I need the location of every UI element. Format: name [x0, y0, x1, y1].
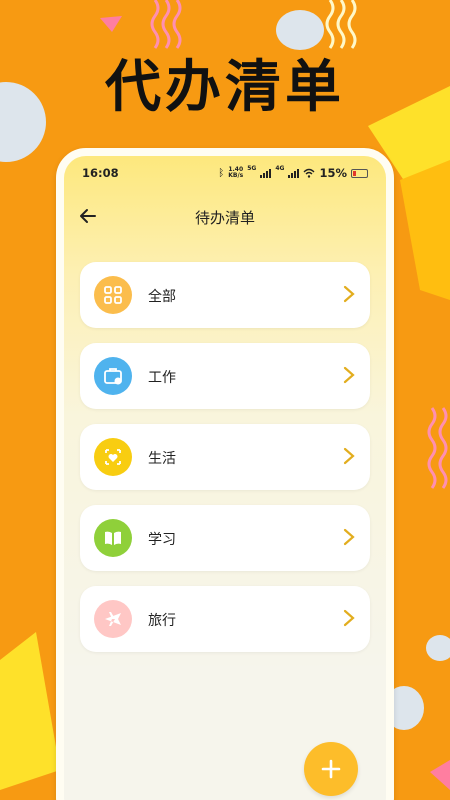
category-study[interactable]: 学习: [80, 505, 370, 571]
category-label: 工作: [148, 370, 176, 386]
page-title: 待办清单: [194, 209, 255, 227]
wifi-icon: [303, 168, 315, 178]
category-work[interactable]: 工作: [80, 343, 370, 409]
chevron-right-icon: [343, 366, 355, 384]
title-bar: 待办清单: [64, 202, 386, 232]
banner-title: 代办清单: [105, 55, 345, 120]
chevron-right-icon: [343, 285, 355, 303]
book-icon: [94, 519, 132, 557]
chevron-right-icon: [343, 609, 355, 627]
plus-icon: [321, 759, 341, 779]
phone-frame: 16:08 ᛒ 1.40 KB/s 5G 4G 15% 待办清单 全部 工作 生…: [56, 148, 394, 800]
briefcase-icon: [94, 357, 132, 395]
category-life[interactable]: 生活: [80, 424, 370, 490]
heart-location-icon: [94, 438, 132, 476]
grid-icon: [94, 276, 132, 314]
signal-icon: [260, 168, 272, 178]
app-screen: 16:08 ᛒ 1.40 KB/s 5G 4G 15% 待办清单 全部 工作 生…: [64, 156, 386, 800]
category-label: 学习: [148, 532, 176, 548]
network-4g-label: 4G: [275, 165, 285, 172]
chevron-right-icon: [343, 528, 355, 546]
battery-icon: [351, 168, 368, 178]
bluetooth-icon: ᛒ: [218, 167, 225, 179]
signal-icon: [288, 168, 300, 178]
category-all[interactable]: 全部: [80, 262, 370, 328]
network-speed: 1.40 KB/s: [228, 166, 244, 179]
airplane-icon: [94, 600, 132, 638]
status-bar: 16:08 ᛒ 1.40 KB/s 5G 4G 15%: [64, 166, 386, 182]
category-label: 旅行: [148, 613, 176, 629]
add-button[interactable]: [304, 742, 358, 796]
category-label: 全部: [148, 289, 176, 305]
battery-percent: 15%: [319, 166, 347, 180]
chevron-right-icon: [343, 447, 355, 465]
status-icons: ᛒ 1.40 KB/s 5G 4G 15%: [218, 166, 368, 180]
category-travel[interactable]: 旅行: [80, 586, 370, 652]
status-time: 16:08: [82, 166, 119, 180]
category-label: 生活: [148, 451, 176, 467]
network-5g-label: 5G: [247, 165, 257, 172]
